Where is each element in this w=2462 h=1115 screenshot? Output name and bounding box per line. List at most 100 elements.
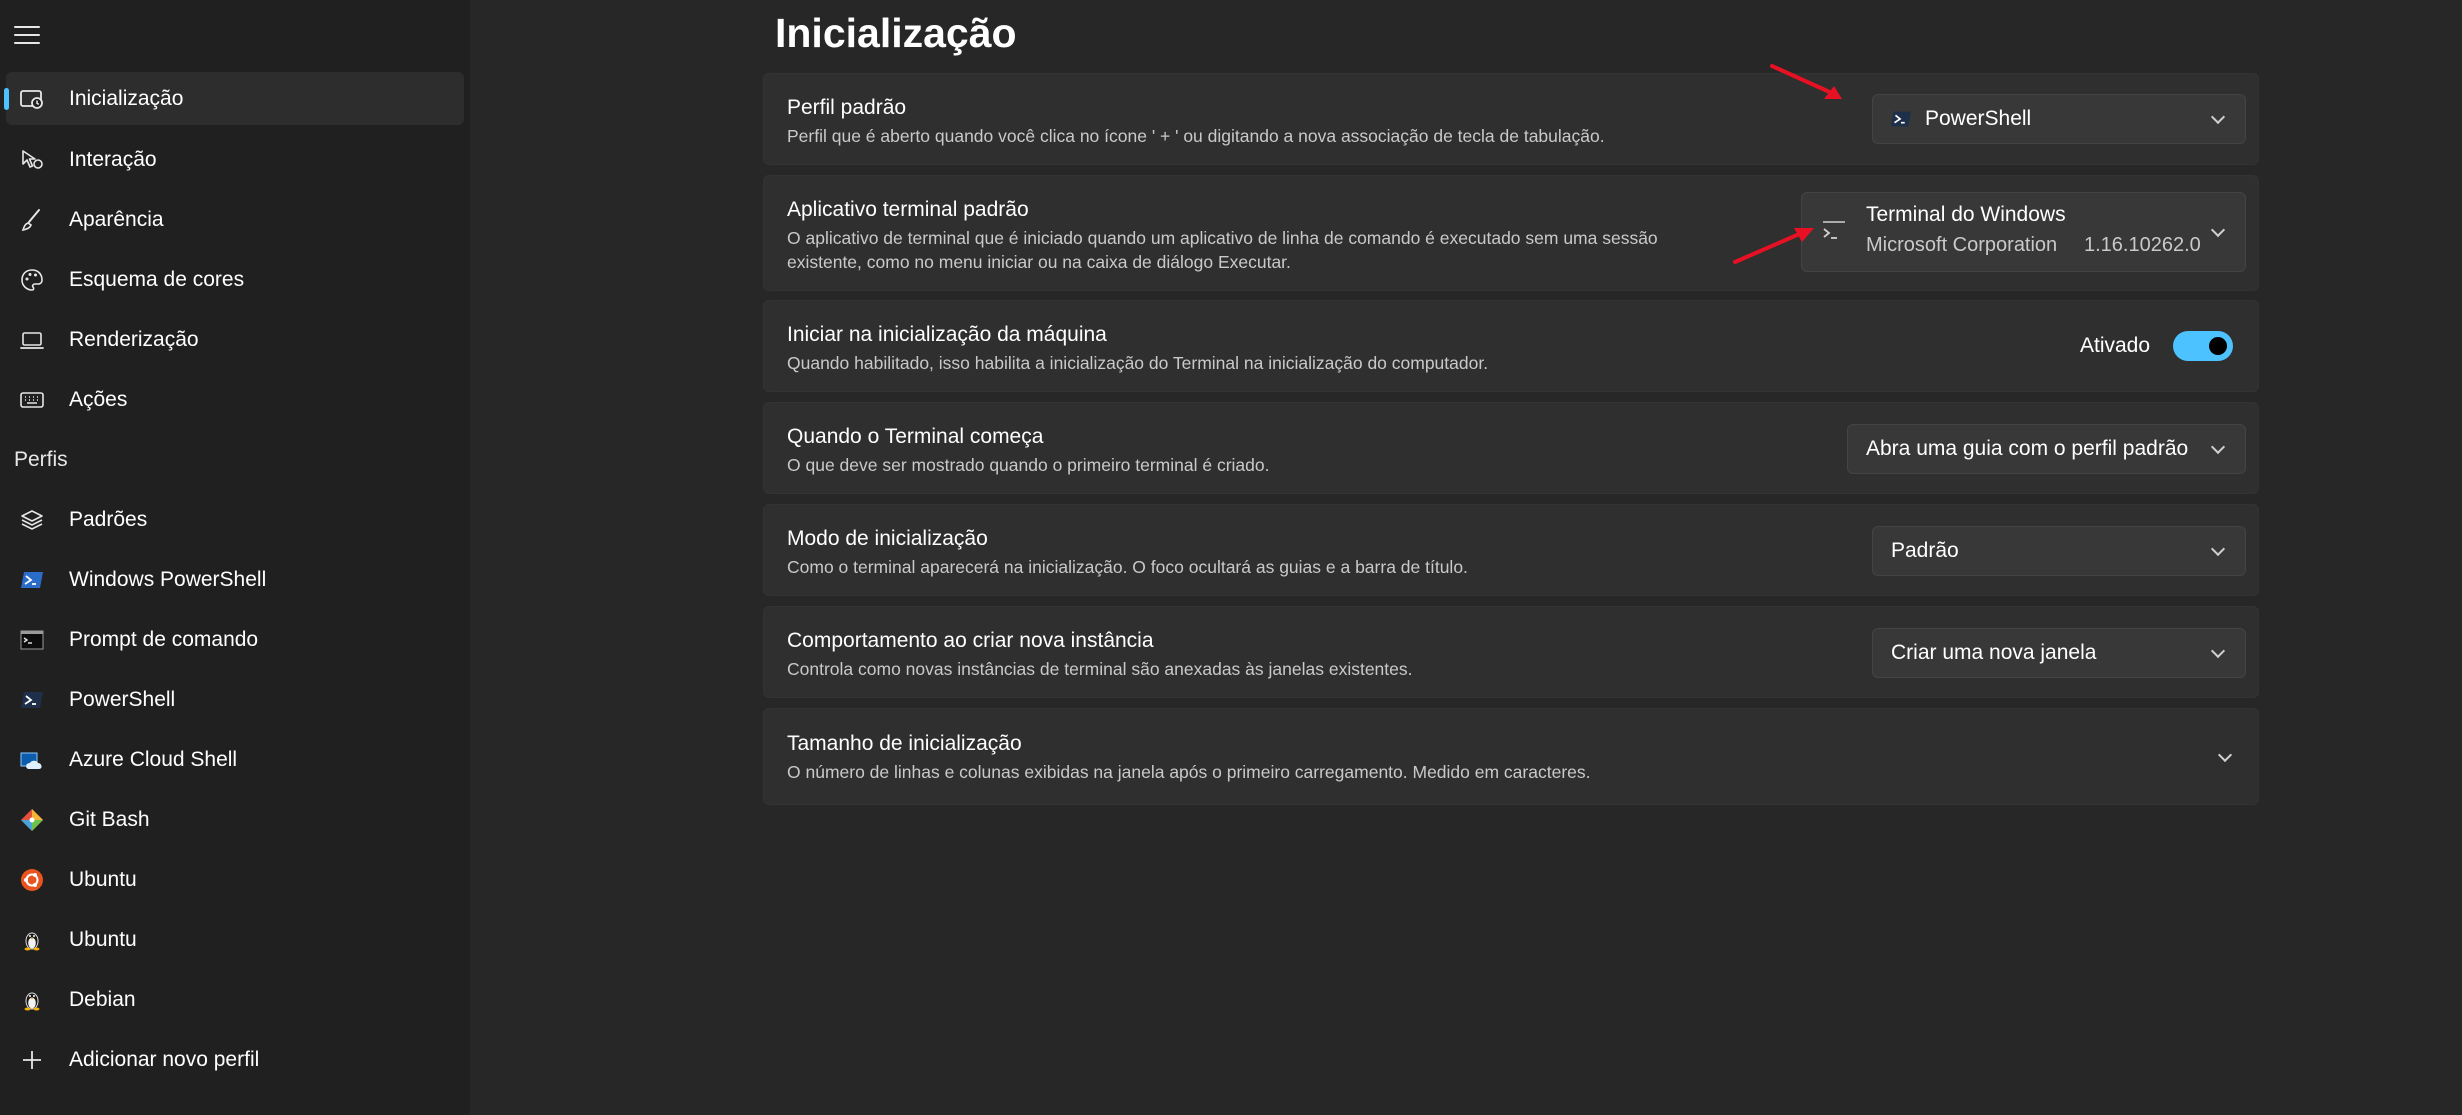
- palette-icon: [15, 263, 49, 297]
- toggle-state-label: Ativado: [2080, 334, 2151, 357]
- sidebar-item-label: Padrões: [69, 507, 148, 531]
- sidebar-item-label: Ubuntu: [69, 867, 137, 891]
- dropdown-value: PowerShell: [1925, 107, 2032, 130]
- setting-card-launch-mode: Modo de inicialização Como o terminal ap…: [763, 504, 2259, 596]
- sidebar-item-label: PowerShell: [69, 687, 176, 711]
- setting-title: Modo de inicialização: [787, 527, 988, 550]
- setting-description-line-2: existente, como no menu iniciar ou na ca…: [787, 252, 1291, 272]
- setting-title: Perfil padrão: [787, 96, 907, 119]
- dropdown-value: Terminal do Windows: [1866, 203, 2066, 226]
- sidebar-item-powershell[interactable]: PowerShell: [6, 673, 464, 726]
- sidebar-item-debian[interactable]: Debian: [6, 973, 464, 1026]
- annotation-arrow-icon: [1770, 64, 1842, 99]
- terminal-icon: [1820, 219, 1848, 245]
- startup-icon: [15, 82, 49, 116]
- sidebar-item-prompt-de-comando[interactable]: Prompt de comando: [6, 613, 464, 666]
- sidebar-item-label: Git Bash: [69, 807, 150, 831]
- default-profile-dropdown[interactable]: PowerShell: [1872, 94, 2246, 144]
- sidebar-item-renderizacao[interactable]: Renderização: [6, 313, 464, 366]
- sidebar-item-label: Debian: [69, 987, 136, 1011]
- sidebar-item-padroes[interactable]: Padrões: [6, 493, 464, 546]
- powershell-core-icon: [1889, 107, 1913, 131]
- new-instance-behavior-dropdown[interactable]: Criar uma nova janela: [1872, 628, 2246, 678]
- setting-description: Controla como novas instâncias de termin…: [787, 659, 1413, 679]
- chevron-down-icon: [2210, 109, 2226, 125]
- setting-card-launch-size[interactable]: Tamanho de inicialização O número de lin…: [763, 708, 2259, 805]
- dropdown-version: 1.16.10262.0: [2084, 234, 2201, 256]
- azure-icon: [15, 743, 49, 777]
- setting-title: Tamanho de inicialização: [787, 732, 1022, 755]
- setting-card-default-profile: Perfil padrão Perfil que é aberto quando…: [763, 73, 2259, 165]
- sidebar-item-label: Renderização: [69, 327, 199, 351]
- setting-title: Aplicativo terminal padrão: [787, 198, 1029, 221]
- setting-description: Quando habilitado, isso habilita a inici…: [787, 353, 1489, 373]
- sidebar-item-label: Ações: [69, 387, 128, 411]
- launch-on-startup-toggle[interactable]: [2173, 331, 2233, 361]
- selection-indicator: [4, 88, 9, 110]
- dropdown-value: Abra uma guia com o perfil padrão: [1866, 437, 2189, 460]
- sidebar-item-label: Windows PowerShell: [69, 567, 267, 591]
- setting-description: O número de linhas e colunas exibidas na…: [787, 762, 1591, 782]
- launch-mode-dropdown[interactable]: Padrão: [1872, 526, 2246, 576]
- dropdown-value: Criar uma nova janela: [1891, 641, 2097, 664]
- sidebar-item-aparencia[interactable]: Aparência: [6, 193, 464, 246]
- dropdown-value: Padrão: [1891, 539, 1959, 562]
- chevron-down-icon: [2210, 439, 2226, 455]
- linux-penguin-icon: [15, 983, 49, 1017]
- hamburger-icon[interactable]: [14, 24, 40, 46]
- setting-card-default-terminal: Aplicativo terminal padrão O aplicativo …: [763, 175, 2259, 291]
- setting-title: Quando o Terminal começa: [787, 425, 1044, 448]
- sidebar-item-esquema-de-cores[interactable]: Esquema de cores: [6, 253, 464, 306]
- sidebar-item-azure-cloud-shell[interactable]: Azure Cloud Shell: [6, 733, 464, 786]
- setting-description: Perfil que é aberto quando você clica no…: [787, 126, 1605, 146]
- first-window-dropdown[interactable]: Abra uma guia com o perfil padrão: [1847, 424, 2246, 474]
- plus-icon: [15, 1043, 49, 1077]
- sidebar-item-label: Azure Cloud Shell: [69, 747, 238, 771]
- chevron-down-icon: [2210, 643, 2226, 659]
- cmd-icon: [15, 623, 49, 657]
- annotation-arrow-icon: [1733, 228, 1814, 264]
- sidebar-item-inicializacao[interactable]: Inicialização: [4, 72, 464, 125]
- profiles-section-header: Perfis: [14, 448, 68, 471]
- setting-card-new-instance-behavior: Comportamento ao criar nova instância Co…: [763, 606, 2259, 698]
- setting-description: Como o terminal aparecerá na inicializaç…: [787, 557, 1468, 577]
- sidebar-item-interacao[interactable]: Interação: [6, 133, 464, 186]
- chevron-down-icon: [2210, 541, 2226, 557]
- dropdown-publisher: Microsoft Corporation: [1866, 234, 2058, 256]
- keyboard-icon: [15, 383, 49, 417]
- setting-description: O que deve ser mostrado quando o primeir…: [787, 455, 1270, 475]
- linux-penguin-icon: [15, 923, 49, 957]
- sidebar-item-ubuntu[interactable]: Ubuntu: [6, 853, 464, 906]
- powershell-icon: [15, 563, 49, 597]
- pointer-icon: [15, 143, 49, 177]
- setting-description-line-1: O aplicativo de terminal que é iniciado …: [787, 228, 1658, 248]
- sidebar-item-acoes[interactable]: Ações: [6, 373, 464, 426]
- setting-title: Comportamento ao criar nova instância: [787, 629, 1154, 652]
- sidebar-item-label: Ubuntu: [69, 927, 137, 951]
- page-title: Inicialização: [775, 10, 1017, 56]
- sidebar: Inicialização Interação Aparência Esquem…: [0, 0, 470, 1115]
- layers-icon: [15, 503, 49, 537]
- laptop-icon: [15, 323, 49, 357]
- sidebar-item-git-bash[interactable]: Git Bash: [6, 793, 464, 846]
- sidebar-item-label: Aparência: [69, 207, 164, 231]
- setting-title: Iniciar na inicialização da máquina: [787, 323, 1107, 346]
- ubuntu-icon: [15, 863, 49, 897]
- chevron-down-icon[interactable]: [2217, 747, 2233, 762]
- default-terminal-dropdown[interactable]: Terminal do Windows Microsoft Corporatio…: [1801, 192, 2246, 272]
- sidebar-item-label: Esquema de cores: [69, 267, 245, 291]
- toggle-knob: [2209, 337, 2227, 355]
- setting-card-launch-on-startup: Iniciar na inicialização da máquina Quan…: [763, 300, 2259, 392]
- powershell-core-icon: [15, 683, 49, 717]
- sidebar-item-label: Prompt de comando: [69, 627, 259, 651]
- git-icon: [15, 803, 49, 837]
- sidebar-item-label: Inicialização: [69, 86, 184, 110]
- sidebar-item-ubuntu-2[interactable]: Ubuntu: [6, 913, 464, 966]
- sidebar-item-label: Adicionar novo perfil: [69, 1047, 260, 1071]
- brush-icon: [15, 203, 49, 237]
- sidebar-item-add-profile[interactable]: Adicionar novo perfil: [6, 1033, 464, 1086]
- sidebar-item-windows-powershell[interactable]: Windows PowerShell: [6, 553, 464, 606]
- sidebar-item-label: Interação: [69, 147, 157, 171]
- chevron-down-icon: [2210, 222, 2226, 238]
- setting-card-first-window: Quando o Terminal começa O que deve ser …: [763, 402, 2259, 494]
